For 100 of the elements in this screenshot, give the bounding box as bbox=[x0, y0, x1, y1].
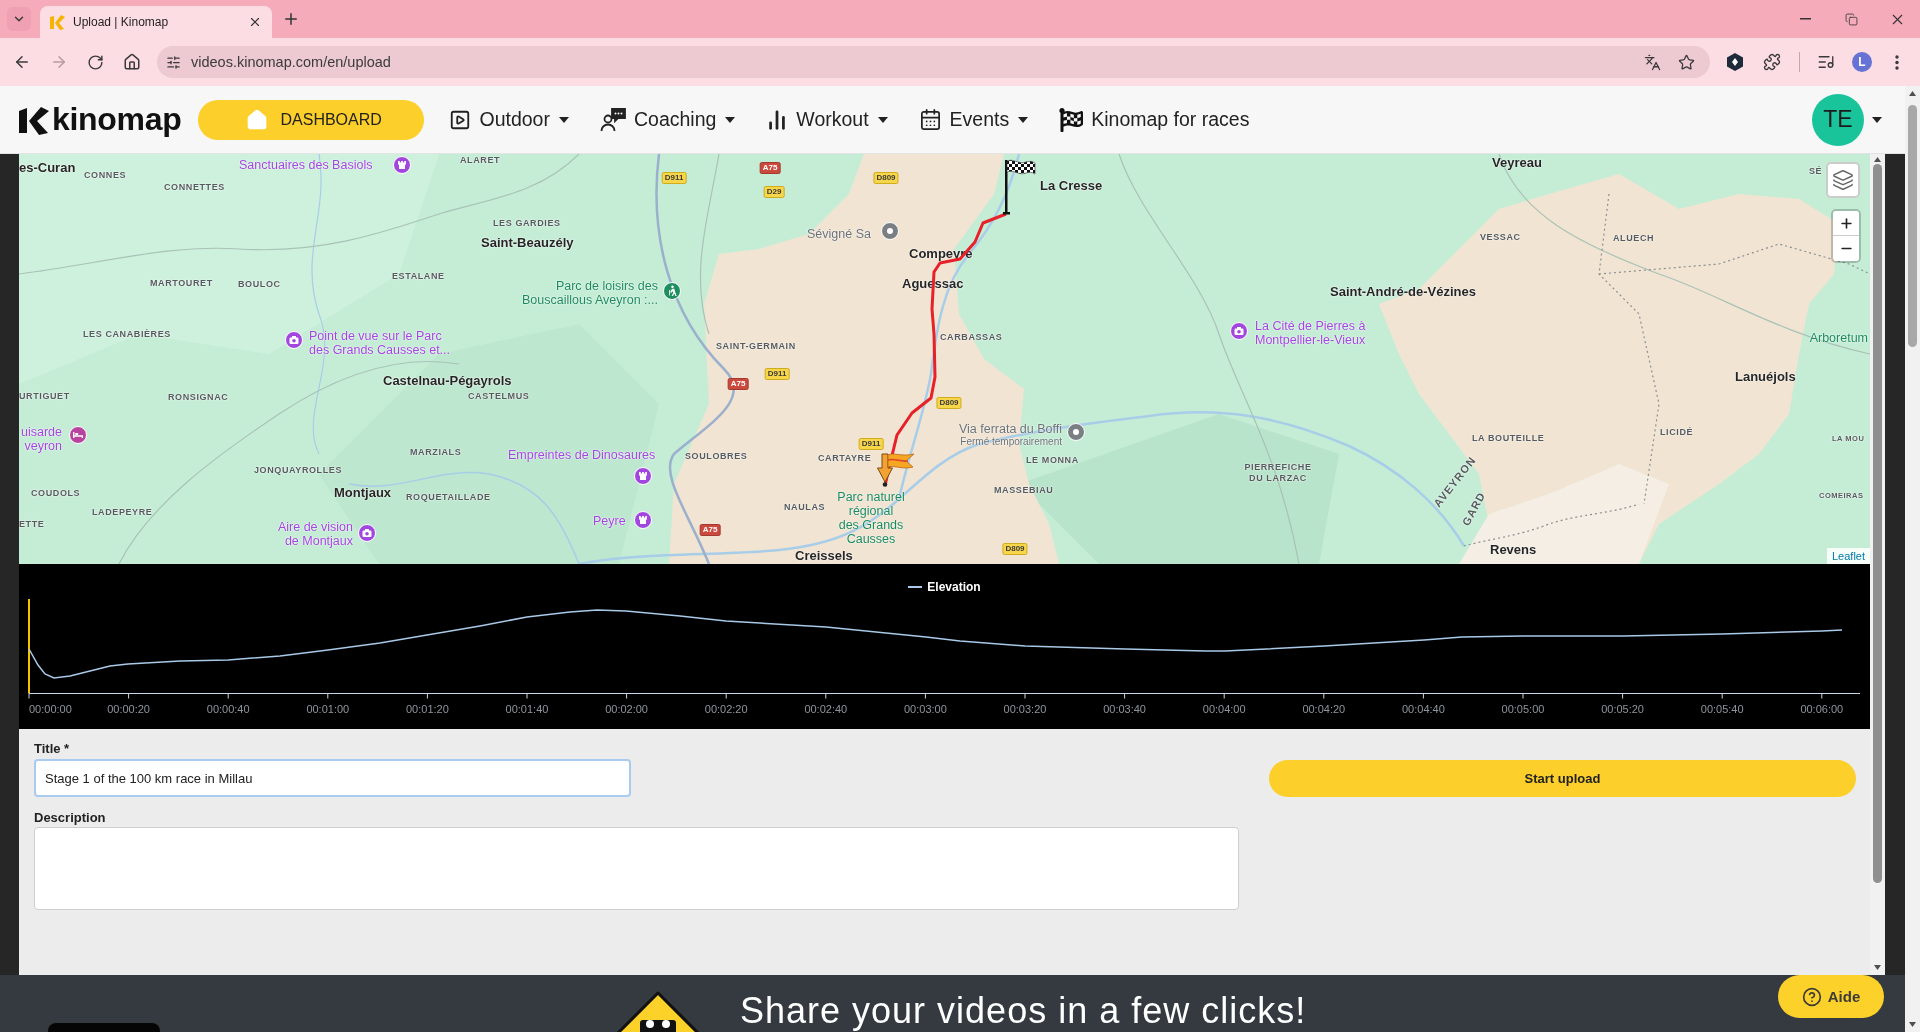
profile-avatar[interactable]: L bbox=[1852, 52, 1872, 72]
locality-label: ROQUETAILLADE bbox=[406, 491, 491, 503]
road-sign: D29 bbox=[763, 186, 785, 198]
address-bar[interactable]: videos.kinomap.com/en/upload bbox=[157, 46, 1710, 78]
locality-label: LICIDÉ bbox=[1660, 426, 1694, 438]
scroll-up-icon bbox=[1874, 157, 1881, 162]
axis-label: 00:03:00 bbox=[904, 703, 947, 715]
translate-icon bbox=[1643, 53, 1661, 71]
road-sign: A75 bbox=[727, 378, 749, 390]
pennant-flag-icon bbox=[876, 450, 916, 488]
locality-label: BOULOC bbox=[238, 278, 281, 290]
title-input[interactable]: Stage 1 of the 100 km race in Millau bbox=[34, 759, 631, 797]
poi-label: Peyre bbox=[593, 514, 626, 528]
axis-label: 00:04:20 bbox=[1302, 703, 1346, 715]
town-label: Castelnau-Pégayrols bbox=[383, 372, 512, 388]
town-label: Creissels bbox=[795, 547, 853, 563]
reload-icon bbox=[86, 53, 104, 71]
axis-label: 00:02:00 bbox=[605, 703, 648, 715]
scroll-down-icon bbox=[1874, 965, 1881, 970]
start-upload-button[interactable]: Start upload bbox=[1269, 760, 1856, 797]
tab-search-button[interactable] bbox=[7, 7, 31, 31]
nav-menu[interactable]: Coaching bbox=[599, 107, 736, 132]
place-marker-icon bbox=[1067, 423, 1085, 441]
poi-label: Point de vue sur le Parc des Grands Causses et... bbox=[309, 329, 451, 357]
bed-pin-icon bbox=[69, 426, 87, 444]
locality-label: RONSIGNAC bbox=[168, 391, 229, 403]
hiker-pin-icon bbox=[663, 282, 681, 300]
scrollbar-thumb[interactable] bbox=[1873, 164, 1882, 883]
axis-label: 00:05:00 bbox=[1501, 703, 1545, 715]
status-note: Fermé temporairement bbox=[960, 436, 1062, 448]
road-sign: D809 bbox=[873, 172, 899, 184]
nav-menu[interactable]: Events bbox=[918, 108, 1029, 131]
axis-label: 00:05:20 bbox=[1601, 703, 1644, 715]
layers-icon bbox=[1832, 169, 1854, 191]
plus-icon bbox=[282, 10, 300, 28]
axis-label: 00:03:40 bbox=[1103, 703, 1146, 715]
locality-label: URTIGUET bbox=[19, 390, 70, 402]
description-input[interactable] bbox=[34, 827, 1239, 910]
user-avatar[interactable]: TE bbox=[1812, 93, 1864, 146]
road-sign: A75 bbox=[699, 524, 721, 536]
star-icon bbox=[1677, 53, 1695, 71]
nav-menu[interactable]: Kinomap for races bbox=[1059, 107, 1250, 132]
camera-pin-icon bbox=[358, 524, 376, 542]
field-label: Description bbox=[34, 810, 106, 825]
playlist-icon bbox=[1817, 53, 1835, 71]
axis-label: 00:04:40 bbox=[1402, 703, 1445, 715]
castle-pin-icon bbox=[634, 467, 652, 485]
locality-label: LE MONNA bbox=[1026, 454, 1079, 466]
park-label: Parc de loisirs des Bouscaillous Aveyron :... bbox=[522, 279, 658, 307]
road-sign: D809 bbox=[936, 397, 962, 409]
dashboard-button[interactable]: DASHBOARD bbox=[198, 99, 425, 140]
poi-label: La Cité de Pierres à Montpellier-le-Vieux bbox=[1255, 319, 1366, 347]
locality-label: SAINT-GERMAIN bbox=[716, 340, 796, 352]
axis-label: 00:00:00 bbox=[29, 703, 72, 715]
locality-label: ETTE bbox=[19, 518, 45, 530]
camera-pin-icon bbox=[285, 331, 303, 349]
attribution-link[interactable]: Leaflet bbox=[1826, 548, 1870, 564]
layers-button[interactable] bbox=[1826, 162, 1860, 198]
poi-label: Empreintes de Dinosaures bbox=[508, 448, 656, 462]
logo-wordmark: kinomap bbox=[52, 101, 182, 138]
kebab-menu-icon bbox=[1895, 54, 1899, 70]
locality-label: LES CANABIÈRES bbox=[83, 328, 171, 340]
help-button[interactable]: Aide bbox=[1778, 975, 1884, 1018]
help-icon bbox=[1801, 986, 1822, 1007]
locality-label: LES GARDIES bbox=[493, 217, 561, 229]
locality-label: LADEPEYRE bbox=[92, 506, 153, 518]
locality-label: LA BOUTEILLE bbox=[1472, 432, 1545, 444]
axis-label: 00:04:00 bbox=[1202, 703, 1246, 715]
locality-label: NAULAS bbox=[784, 501, 826, 513]
locality-label: COUDOLS bbox=[31, 487, 81, 499]
calendar-icon bbox=[918, 108, 942, 131]
zoom-in-button[interactable] bbox=[1833, 211, 1859, 236]
locality-label: CONNES bbox=[84, 169, 127, 181]
scroll-down-icon bbox=[1909, 1022, 1916, 1027]
browser-tab[interactable]: Upload | Kinomap bbox=[40, 6, 272, 38]
castle-pin-icon bbox=[393, 156, 411, 174]
road-sign: D809 bbox=[1002, 543, 1028, 555]
axis-label: 00:00:40 bbox=[206, 703, 250, 715]
nav-menu[interactable]: Workout bbox=[766, 108, 888, 131]
locality-label: CARBASSAS bbox=[940, 331, 1003, 343]
locality-label: MASSEBIAU bbox=[994, 484, 1054, 496]
sliders-icon bbox=[165, 54, 181, 70]
axis-label: 00:00:20 bbox=[107, 703, 150, 715]
scroll-up-icon bbox=[1909, 91, 1916, 96]
axis-label: 00:01:40 bbox=[505, 703, 549, 715]
restore-icon bbox=[1844, 12, 1858, 26]
locality-label: PIERREFICHE DU LARZAC bbox=[1244, 461, 1312, 484]
locality-label: MARZIALS bbox=[410, 446, 462, 458]
nav-menu[interactable]: Outdoor bbox=[449, 108, 569, 131]
scrollbar-thumb[interactable] bbox=[1908, 105, 1917, 347]
town-label: Revens bbox=[1490, 541, 1537, 557]
locality-label: ALUECH bbox=[1613, 232, 1655, 244]
locality-label: SOULOBRES bbox=[685, 450, 748, 462]
locality-label: CARTAYRE bbox=[818, 452, 872, 464]
checkered-flag-icon bbox=[1003, 158, 1036, 216]
town-label: Saint-Beauzély bbox=[481, 234, 574, 250]
locality-label: JONQUAYROLLES bbox=[254, 464, 342, 476]
locality-label: ESTALANE bbox=[392, 270, 445, 282]
locality-label: CONNETTES bbox=[164, 181, 225, 193]
town-label: es-Curan bbox=[19, 159, 76, 175]
